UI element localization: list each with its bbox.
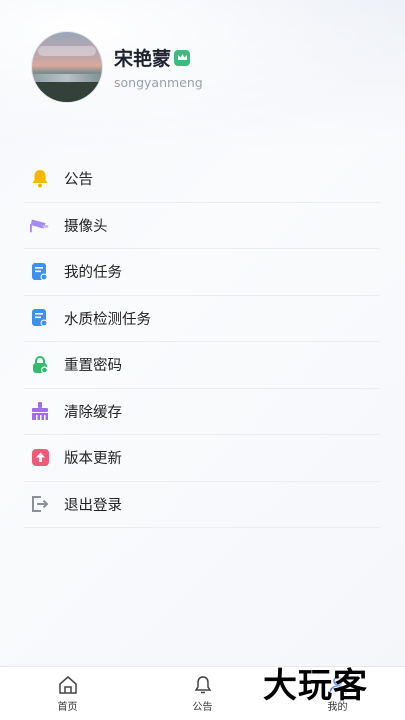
bell-icon [194,676,211,694]
menu-item-label: 我的任务 [64,265,122,282]
broom-icon [30,401,50,421]
tab-label: 公告 [192,702,213,713]
menu-item-label: 公告 [64,172,93,189]
profile-header: 宋艳蒙 songyanmeng [32,32,203,102]
logout-icon [30,494,50,514]
vip-crown-icon [174,49,191,66]
watermark: 大玩客 [263,666,368,706]
menu-item-announcement[interactable]: 公告 [24,156,380,203]
menu-item-logout[interactable]: 退出登录 [24,482,380,528]
menu-item-reset-password[interactable]: 重置密码 [24,342,380,389]
menu-item-clear-cache[interactable]: 清除缓存 [24,389,380,435]
menu-item-camera[interactable]: 摄像头 [24,203,380,249]
task-doc-icon [30,262,50,282]
camera-icon [30,215,50,235]
user-info: 宋艳蒙 songyanmeng [114,44,203,90]
menu-item-my-tasks[interactable]: 我的任务 [24,249,380,296]
menu-item-label: 水质检测任务 [64,311,151,328]
menu-item-label: 退出登录 [64,497,122,514]
menu-item-label: 版本更新 [64,451,122,468]
bell-icon [30,169,50,189]
tab-label: 首页 [57,702,78,713]
avatar[interactable] [32,32,102,102]
menu-item-label: 清除缓存 [64,404,122,421]
account-id: songyanmeng [114,75,203,90]
menu-item-version-update[interactable]: 版本更新 [24,435,380,482]
water-test-doc-icon [30,308,50,328]
menu-item-label: 重置密码 [64,358,122,375]
settings-menu: 公告 摄像头 我的任务 水质检测任务 重置密码 清除缓存 版本更新 退出登录 [24,156,380,528]
lock-icon [30,355,50,375]
upload-icon [30,448,50,468]
menu-item-label: 摄像头 [64,218,108,235]
menu-item-water-quality-tasks[interactable]: 水质检测任务 [24,296,380,342]
home-icon [58,676,77,694]
username: 宋艳蒙 [114,48,172,70]
tab-home[interactable]: 首页 [0,667,135,720]
tab-announcement[interactable]: 公告 [135,667,270,720]
